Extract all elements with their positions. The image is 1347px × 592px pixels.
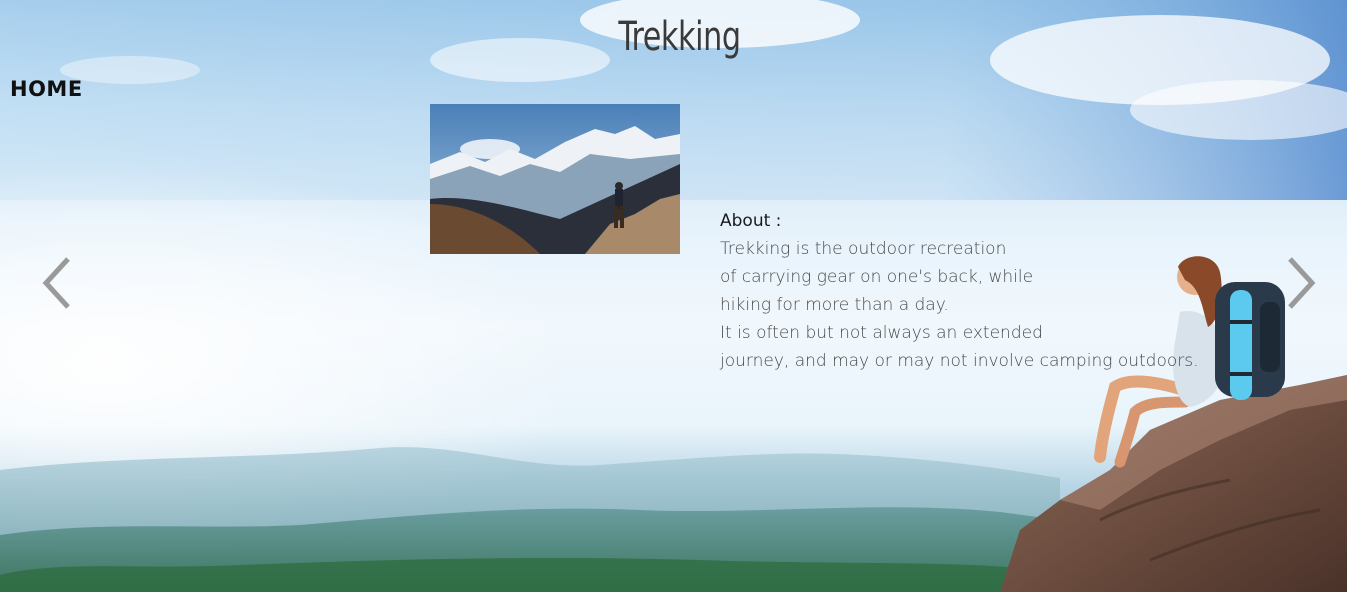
about-line: hiking for more than a day. — [720, 295, 949, 315]
page: Trekking HOME About : Trekking is the ou… — [0, 0, 1347, 592]
mountain-trek-photo — [430, 104, 680, 254]
about-line: It is often but not always an extended — [720, 323, 1043, 343]
about-line: Trekking is the outdoor recreation — [720, 239, 1007, 259]
home-link[interactable]: HOME — [10, 77, 83, 101]
carousel-prev-button[interactable] — [40, 255, 74, 311]
page-title: Trekking — [618, 14, 741, 60]
slide-image — [430, 104, 680, 254]
about-line: journey, and may or may not involve camp… — [720, 351, 1199, 371]
carousel-next-button[interactable] — [1284, 255, 1318, 311]
about-heading: About : — [720, 211, 782, 231]
about-section: About : Trekking is the outdoor recreati… — [720, 207, 1200, 375]
chevron-left-icon — [42, 257, 70, 309]
chevron-right-icon — [1288, 257, 1316, 309]
about-line: of carrying gear on one's back, while — [720, 267, 1034, 287]
